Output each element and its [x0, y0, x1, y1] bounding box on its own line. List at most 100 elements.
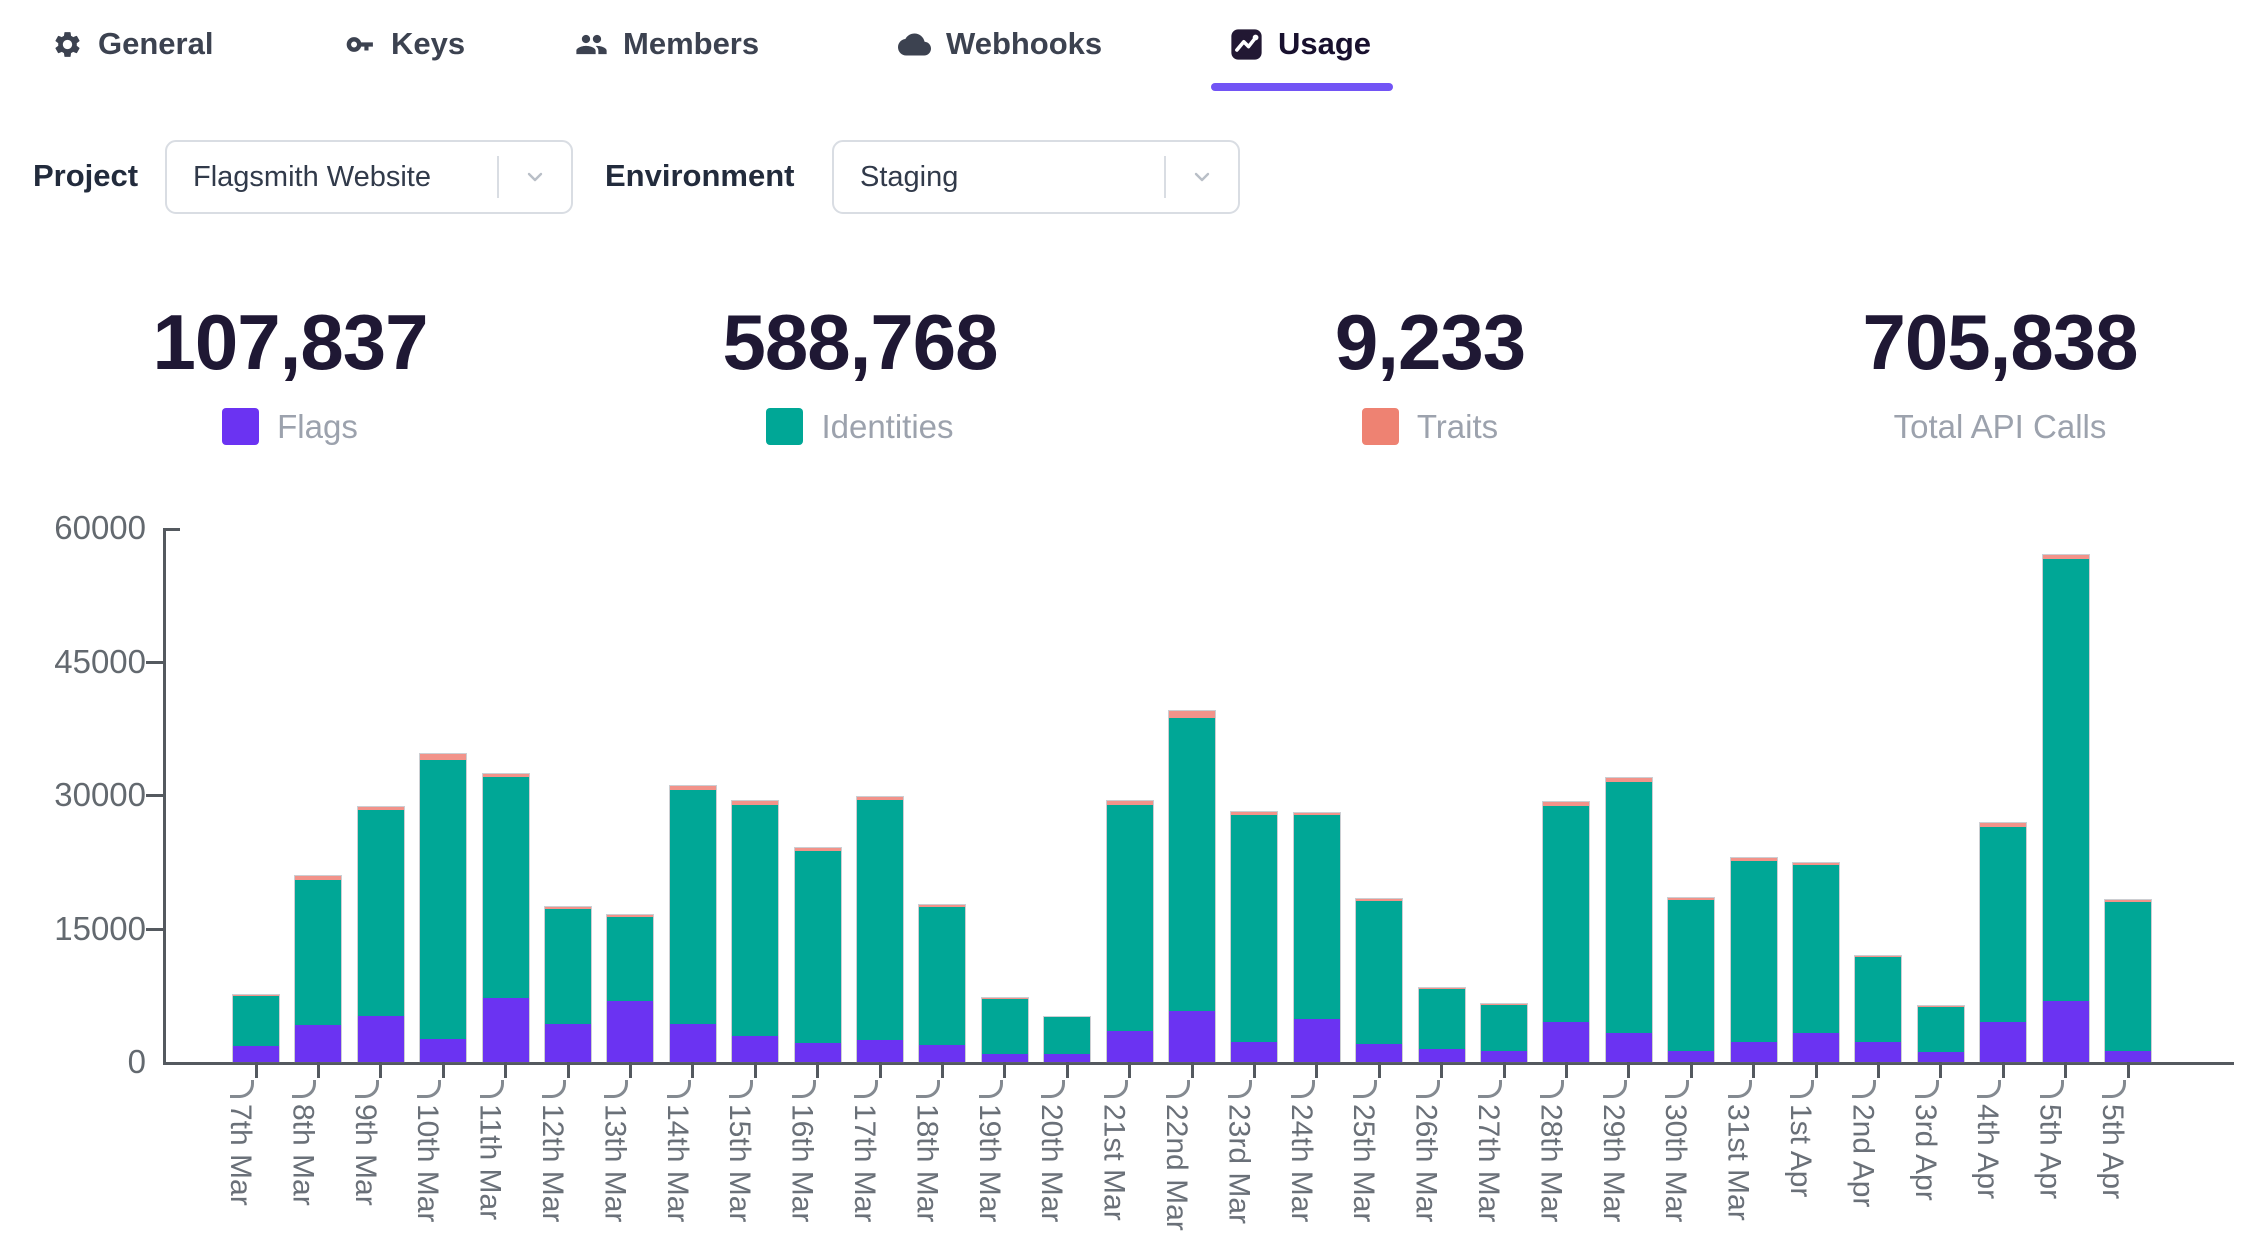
bar-segment-identities[interactable] — [295, 880, 341, 1026]
bar-segment-flags[interactable] — [982, 1054, 1028, 1062]
bar-segment-flags[interactable] — [1731, 1042, 1777, 1062]
chart-bar[interactable] — [1543, 802, 1589, 1062]
bar-segment-identities[interactable] — [233, 996, 279, 1046]
bar-segment-identities[interactable] — [545, 909, 591, 1024]
bar-segment-flags[interactable] — [1356, 1044, 1402, 1062]
bar-segment-identities[interactable] — [2043, 559, 2089, 1001]
bar-segment-flags[interactable] — [1918, 1052, 1964, 1062]
bar-segment-identities[interactable] — [670, 790, 716, 1024]
bar-segment-flags[interactable] — [1543, 1022, 1589, 1062]
tab-webhooks[interactable]: Webhooks — [898, 18, 1102, 70]
bar-segment-identities[interactable] — [1356, 901, 1402, 1044]
chart-bar[interactable] — [1918, 1006, 1964, 1062]
bar-segment-flags[interactable] — [420, 1039, 466, 1062]
chart-bar[interactable] — [1294, 813, 1340, 1062]
bar-segment-flags[interactable] — [1044, 1054, 1090, 1062]
chart-bar[interactable] — [1793, 863, 1839, 1062]
bar-segment-flags[interactable] — [919, 1045, 965, 1062]
bar-segment-flags[interactable] — [1606, 1033, 1652, 1062]
bar-segment-flags[interactable] — [2043, 1001, 2089, 1062]
bar-segment-flags[interactable] — [857, 1040, 903, 1062]
bar-segment-identities[interactable] — [1231, 815, 1277, 1043]
bar-segment-identities[interactable] — [1419, 989, 1465, 1049]
bar-segment-flags[interactable] — [295, 1025, 341, 1061]
chart-bar[interactable] — [420, 754, 466, 1062]
bar-segment-flags[interactable] — [1419, 1049, 1465, 1062]
chart-bar[interactable] — [670, 786, 716, 1062]
chart-bar[interactable] — [358, 807, 404, 1062]
bar-segment-identities[interactable] — [732, 805, 778, 1036]
chart-bar[interactable] — [1481, 1004, 1527, 1062]
tab-usage[interactable]: Usage — [1230, 18, 1371, 70]
bar-segment-flags[interactable] — [545, 1024, 591, 1062]
chart-bar[interactable] — [1855, 956, 1901, 1062]
bar-segment-identities[interactable] — [1918, 1007, 1964, 1052]
project-select[interactable]: Flagsmith Website — [165, 140, 573, 214]
bar-segment-flags[interactable] — [1855, 1042, 1901, 1062]
bar-segment-flags[interactable] — [1107, 1031, 1153, 1062]
chart-bar[interactable] — [982, 998, 1028, 1062]
bar-segment-flags[interactable] — [1793, 1033, 1839, 1062]
chart-bar[interactable] — [2105, 900, 2151, 1062]
chart-bar[interactable] — [732, 801, 778, 1062]
tab-general[interactable]: General — [52, 18, 213, 70]
chart-bar[interactable] — [607, 915, 653, 1062]
bar-segment-identities[interactable] — [857, 800, 903, 1039]
bar-segment-flags[interactable] — [732, 1036, 778, 1062]
chart-bar[interactable] — [483, 774, 529, 1062]
bar-segment-flags[interactable] — [1481, 1051, 1527, 1062]
bar-segment-identities[interactable] — [1294, 815, 1340, 1019]
bar-segment-flags[interactable] — [670, 1024, 716, 1062]
chart-bar[interactable] — [1169, 711, 1215, 1062]
bar-segment-identities[interactable] — [1044, 1017, 1090, 1053]
bar-segment-identities[interactable] — [1169, 718, 1215, 1012]
chart-bar[interactable] — [919, 905, 965, 1062]
bar-segment-identities[interactable] — [982, 999, 1028, 1054]
chart-bar[interactable] — [1044, 1017, 1090, 1062]
chart-bar[interactable] — [1107, 801, 1153, 1062]
chart-bar[interactable] — [1668, 898, 1714, 1062]
bar-segment-identities[interactable] — [420, 760, 466, 1039]
bar-segment-flags[interactable] — [233, 1046, 279, 1062]
chart-bar[interactable] — [1606, 778, 1652, 1062]
bar-segment-identities[interactable] — [1731, 861, 1777, 1042]
bar-segment-flags[interactable] — [358, 1016, 404, 1062]
bar-segment-flags[interactable] — [1169, 1011, 1215, 1062]
bar-segment-identities[interactable] — [1855, 957, 1901, 1042]
environment-select[interactable]: Staging — [832, 140, 1240, 214]
bar-segment-identities[interactable] — [1107, 805, 1153, 1031]
bar-segment-identities[interactable] — [795, 851, 841, 1043]
bar-segment-flags[interactable] — [1294, 1019, 1340, 1062]
tab-keys[interactable]: Keys — [345, 18, 465, 70]
bar-segment-flags[interactable] — [2105, 1051, 2151, 1062]
chart-bar[interactable] — [1356, 899, 1402, 1062]
chart-bar[interactable] — [1231, 812, 1277, 1062]
chart-bar[interactable] — [795, 848, 841, 1062]
chart-bar[interactable] — [233, 995, 279, 1062]
bar-segment-flags[interactable] — [1668, 1051, 1714, 1062]
chart-bar[interactable] — [295, 876, 341, 1062]
bar-segment-flags[interactable] — [607, 1001, 653, 1062]
chart-bar[interactable] — [857, 797, 903, 1062]
bar-segment-identities[interactable] — [1980, 827, 2026, 1022]
bar-segment-flags[interactable] — [795, 1043, 841, 1062]
chart-bar[interactable] — [545, 907, 591, 1062]
tab-members[interactable]: Members — [575, 18, 759, 70]
bar-segment-identities[interactable] — [1793, 865, 1839, 1032]
chart-bar[interactable] — [2043, 555, 2089, 1062]
bar-segment-identities[interactable] — [1668, 900, 1714, 1051]
bar-segment-identities[interactable] — [1606, 782, 1652, 1033]
bar-segment-identities[interactable] — [2105, 902, 2151, 1052]
bar-segment-identities[interactable] — [919, 907, 965, 1045]
bar-segment-flags[interactable] — [1980, 1022, 2026, 1062]
bar-segment-identities[interactable] — [607, 917, 653, 1001]
bar-segment-identities[interactable] — [1543, 806, 1589, 1022]
bar-segment-flags[interactable] — [1231, 1042, 1277, 1062]
bar-segment-flags[interactable] — [483, 998, 529, 1062]
chart-bar[interactable] — [1419, 988, 1465, 1062]
bar-segment-identities[interactable] — [1481, 1005, 1527, 1051]
bar-segment-identities[interactable] — [483, 777, 529, 998]
chart-bar[interactable] — [1731, 858, 1777, 1062]
bar-segment-identities[interactable] — [358, 810, 404, 1016]
chart-bar[interactable] — [1980, 823, 2026, 1062]
